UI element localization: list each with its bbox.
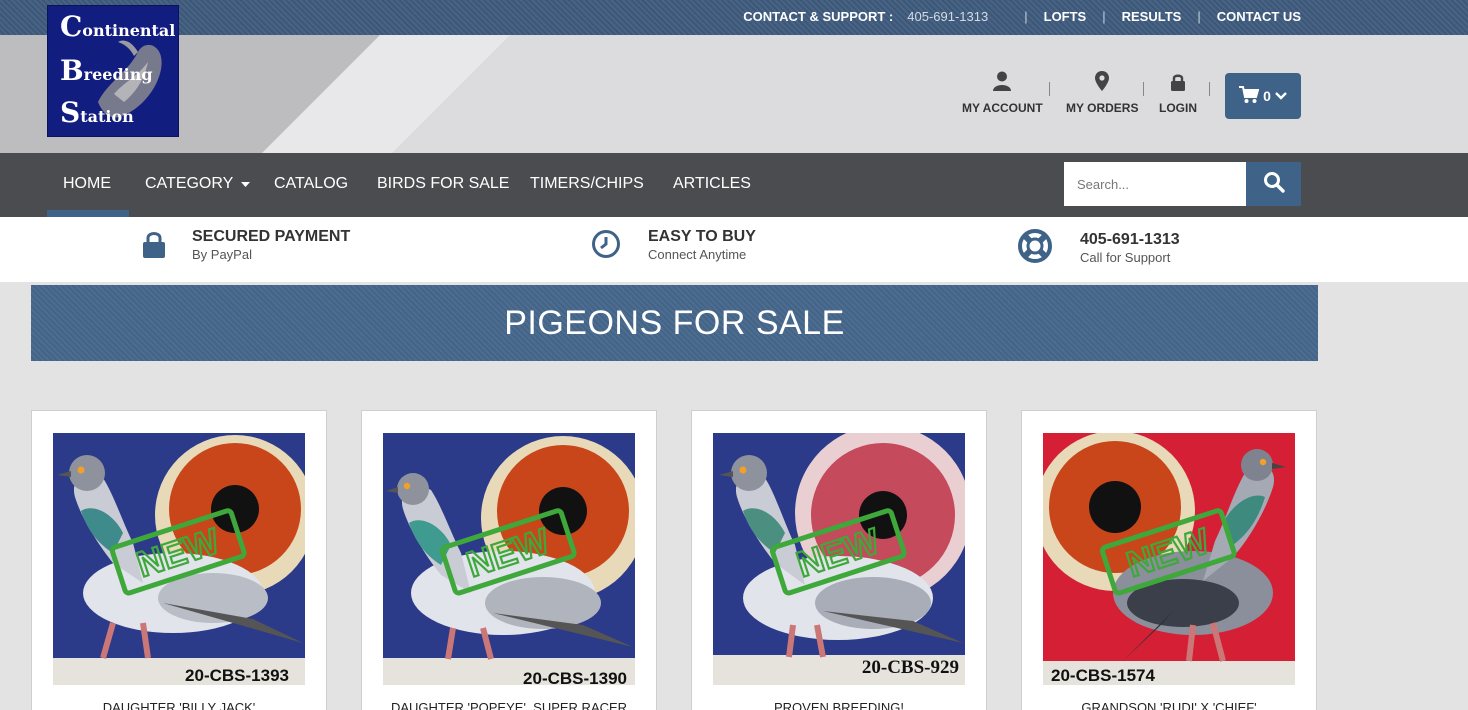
ring-number: 20-CBS-1390 [523, 669, 627, 685]
my-account-label: MY ACCOUNT [962, 101, 1043, 115]
search-icon [1263, 171, 1285, 198]
product-card[interactable]: NEW 20-CBS-1390 DAUGHTER 'POPEYE', SUPER… [361, 410, 657, 710]
logo-text-line3: Station [60, 96, 134, 129]
section-banner: PIGEONS FOR SALE [31, 285, 1318, 361]
nav-home[interactable]: HOME [63, 175, 111, 193]
features-bar: SECURED PAYMENT By PayPal EASY TO BUY Co… [0, 217, 1468, 282]
lock-icon [143, 230, 165, 263]
divider: | [1024, 9, 1028, 24]
logo-text-line2: Breeding [60, 54, 153, 87]
nav-articles[interactable]: ARTICLES [673, 175, 751, 193]
clock-icon [591, 229, 621, 264]
login-link[interactable]: LOGIN [1159, 69, 1197, 115]
nav-category[interactable]: CATEGORY [145, 175, 251, 193]
my-orders-label: MY ORDERS [1066, 101, 1139, 115]
chevron-down-icon [1275, 88, 1287, 104]
user-icon [993, 69, 1012, 91]
product-name[interactable]: DAUGHTER 'BILLY JACK' [32, 700, 326, 710]
results-link[interactable]: RESULTS [1122, 9, 1182, 24]
caret-down-icon [241, 175, 251, 193]
product-card[interactable]: NEW 20-CBS-1393 DAUGHTER 'BILLY JACK' [31, 410, 327, 710]
product-image[interactable]: NEW 20-CBS-929 [713, 433, 965, 685]
login-label: LOGIN [1159, 101, 1197, 115]
nav-birds-for-sale[interactable]: BIRDS FOR SALE [377, 175, 509, 193]
ring-number: 20-CBS-1393 [185, 666, 289, 685]
lifebuoy-icon [1017, 228, 1053, 269]
ring-number: 20-CBS-929 [861, 657, 959, 678]
product-name[interactable]: GRANDSON 'RUDI' X 'CHIEF' [1022, 700, 1316, 710]
support-label: CONTACT & SUPPORT : [743, 9, 894, 24]
divider [1143, 82, 1144, 96]
product-card[interactable]: NEW 20-CBS-929 PROVEN BREEDING! [691, 410, 987, 710]
active-indicator [47, 210, 129, 217]
product-name[interactable]: PROVEN BREEDING! [692, 700, 986, 710]
feature-subtitle: Call for Support [1080, 249, 1171, 265]
product-name[interactable]: DAUGHTER 'POPEYE', SUPER RACER [362, 700, 656, 710]
my-account-link[interactable]: MY ACCOUNT [962, 69, 1043, 115]
search-input[interactable] [1064, 162, 1246, 206]
nav-category-label: CATEGORY [145, 175, 234, 193]
cart-button[interactable]: 0 [1225, 73, 1301, 119]
map-pin-icon [1095, 69, 1110, 91]
main-nav: HOME CATEGORY CATALOG BIRDS FOR SALE TIM… [0, 153, 1468, 217]
feature-subtitle: By PayPal [192, 247, 252, 262]
feature-support: 405-691-1313 Call for Support [1017, 228, 1180, 269]
divider: | [1197, 9, 1201, 24]
feature-secured-payment: SECURED PAYMENT By PayPal [143, 228, 350, 264]
nav-catalog[interactable]: CATALOG [274, 175, 348, 193]
nav-timers-chips[interactable]: TIMERS/CHIPS [530, 175, 644, 193]
product-image[interactable]: NEW 20-CBS-1390 [383, 433, 635, 685]
cart-count: 0 [1263, 88, 1271, 104]
feature-easy-to-buy: EASY TO BUY Connect Anytime [591, 228, 756, 264]
product-card[interactable]: NEW 20-CBS-1574 GRANDSON 'RUDI' X 'CHIEF… [1021, 410, 1317, 710]
product-image[interactable]: NEW 20-CBS-1393 [53, 433, 305, 685]
site-logo[interactable]: Continental Breeding Station [47, 5, 179, 137]
search-button[interactable] [1246, 162, 1301, 206]
divider [1049, 82, 1050, 96]
contact-us-link[interactable]: CONTACT US [1217, 9, 1301, 24]
top-bar: CONTACT & SUPPORT : 405-691-1313 | LOFTS… [0, 0, 1468, 35]
feature-subtitle: Connect Anytime [648, 247, 747, 262]
divider: | [1102, 9, 1106, 24]
top-links: CONTACT & SUPPORT : 405-691-1313 | LOFTS… [743, 9, 1301, 24]
feature-title: 405-691-1313 [1080, 230, 1180, 248]
cart-icon [1239, 85, 1260, 107]
my-orders-link[interactable]: MY ORDERS [1066, 69, 1138, 115]
lock-icon [1171, 69, 1185, 91]
divider [1209, 82, 1210, 96]
feature-title: SECURED PAYMENT [192, 228, 351, 245]
support-phone[interactable]: 405-691-1313 [907, 9, 988, 24]
ring-number: 20-CBS-1574 [1051, 666, 1155, 685]
feature-title: EASY TO BUY [648, 228, 756, 245]
product-image[interactable]: NEW 20-CBS-1574 [1043, 433, 1295, 685]
lofts-link[interactable]: LOFTS [1044, 9, 1087, 24]
logo-text-line1: Continental [60, 10, 176, 43]
